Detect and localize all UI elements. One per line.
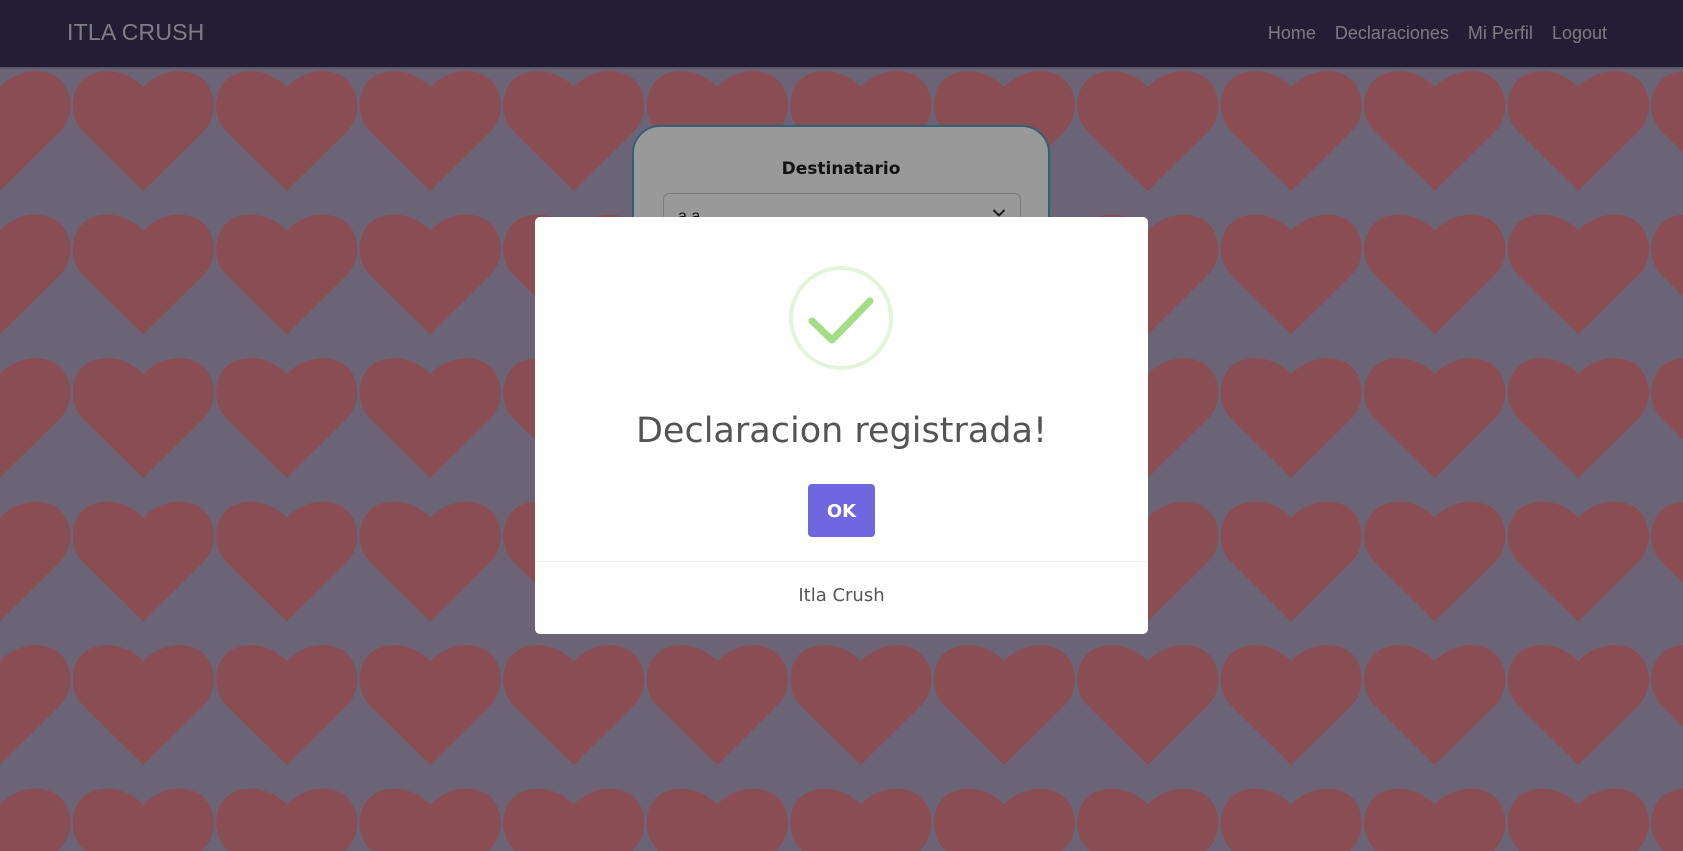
success-check-icon bbox=[789, 266, 893, 370]
ok-button[interactable]: OK bbox=[808, 484, 875, 537]
dialog-title: Declaracion registrada! bbox=[635, 411, 1047, 451]
dialog-footer: Itla Crush bbox=[798, 585, 885, 606]
success-dialog: Declaracion registrada! OK Itla Crush bbox=[535, 217, 1148, 634]
dialog-footer-divider bbox=[535, 561, 1148, 562]
